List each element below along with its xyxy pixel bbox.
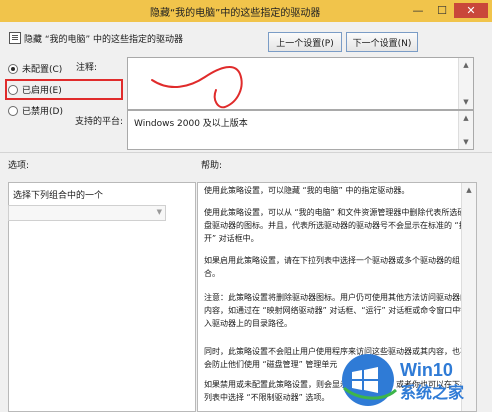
watermark-brand: Win10 (400, 360, 453, 380)
platform-label: 支持的平台: (75, 117, 124, 127)
chevron-down-icon: ▼ (156, 208, 162, 216)
red-scribble-annotation (151, 66, 243, 109)
scroll-up-icon[interactable]: ▲ (459, 111, 473, 125)
window-controls: — ☐ ✕ (406, 3, 488, 18)
previous-setting-button[interactable]: 上一个设置(P) (268, 32, 342, 52)
close-button[interactable]: ✕ (454, 3, 488, 18)
radio-disabled[interactable]: 已禁用(D) (8, 104, 63, 117)
radio-button-icon[interactable] (8, 105, 18, 116)
minimize-button[interactable]: — (406, 3, 430, 18)
next-setting-button[interactable]: 下一个设置(N) (346, 32, 418, 52)
win10-watermark-logo: Win10 系统之家 (342, 354, 465, 406)
policy-name: 隐藏 “我的电脑” 中的这些指定的驱动器 (24, 35, 184, 45)
help-paragraph: 使用此策略设置，可以隐藏 “我的电脑” 中的指定驱动器。 (204, 186, 410, 195)
options-label: 选项: (8, 161, 30, 171)
help-paragraph: 如果启用此策略设置，请在下拉列表中选择一个驱动器或多个驱动器的组合。 (204, 256, 460, 278)
help-paragraph: 使用此策略设置，可以从 “我的电脑” 和文件资源管理器中删除代表所选硬盘驱动器的… (204, 208, 467, 243)
radio-not-configured[interactable]: 未配置(C) (8, 62, 62, 75)
comment-label: 注释: (76, 63, 98, 73)
radio-label: 已禁用(D) (22, 107, 63, 117)
drive-combination-select[interactable]: ▼ (8, 205, 166, 221)
platform-value: Windows 2000 及以上版本 (134, 119, 248, 129)
watermark-tagline: 系统之家 (400, 383, 465, 402)
help-paragraph: 注意：此策略设置将删除驱动器图标。用户仍可使用其他方法访问驱动器的内容，如通过在… (204, 293, 469, 328)
platform-field: Windows 2000 及以上版本 ▲ ▼ (127, 110, 474, 150)
radio-label: 未配置(C) (22, 65, 63, 75)
highlight-annotation (5, 79, 123, 100)
scroll-down-icon[interactable]: ▼ (459, 95, 473, 109)
policy-header: 隐藏 “我的电脑” 中的这些指定的驱动器 上一个设置(P) 下一个设置(N) (0, 22, 492, 58)
window-title: 隐藏“我的电脑”中的这些指定的驱动器 (150, 8, 321, 19)
section-divider (0, 152, 492, 153)
scroll-up-icon[interactable]: ▲ (459, 58, 473, 72)
scroll-down-icon[interactable]: ▼ (459, 135, 473, 149)
platform-scrollbar[interactable]: ▲ ▼ (458, 111, 473, 149)
title-bar: 隐藏“我的电脑”中的这些指定的驱动器 — ☐ ✕ (0, 0, 492, 23)
radio-button-icon[interactable] (8, 63, 18, 74)
combo-label: 选择下列组合中的一个 (13, 191, 104, 201)
scroll-up-icon[interactable]: ▲ (462, 183, 476, 197)
comment-scrollbar[interactable]: ▲ ▼ (458, 58, 473, 109)
policy-setting-icon (9, 32, 21, 44)
maximize-button[interactable]: ☐ (430, 3, 454, 18)
help-label: 帮助: (201, 161, 223, 171)
